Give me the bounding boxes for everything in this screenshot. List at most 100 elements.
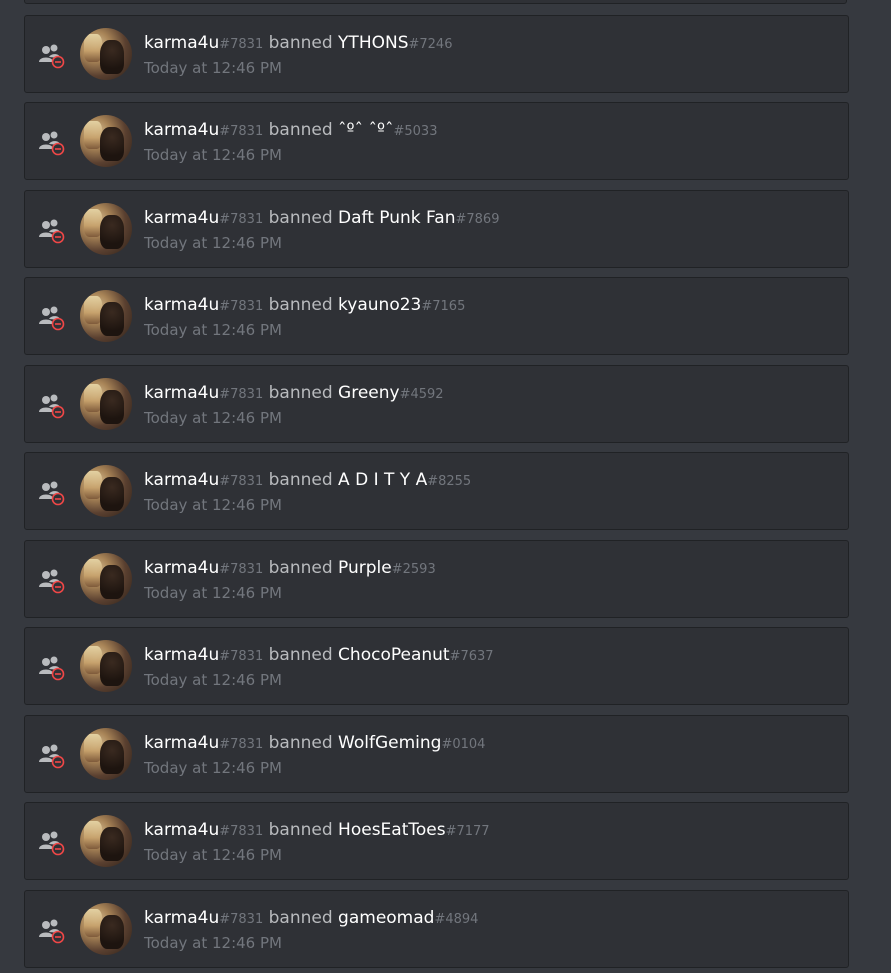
avatar[interactable] (80, 465, 132, 517)
audit-log-summary: karma4u#7831 banned kyauno23#7165 (144, 294, 465, 318)
actor-discriminator: #7831 (219, 212, 264, 227)
target-discriminator: #7869 (455, 212, 500, 227)
actor-name[interactable]: karma4u (144, 820, 219, 840)
actor-discriminator: #7831 (219, 474, 264, 489)
member-ban-icon (39, 481, 65, 506)
target-name[interactable]: Purple (338, 558, 392, 578)
avatar[interactable] (80, 115, 132, 167)
avatar[interactable] (80, 903, 132, 955)
audit-log-entry[interactable]: karma4u#7831 banned Greeny#4592 Today at… (24, 365, 849, 443)
actor-name[interactable]: karma4u (144, 470, 219, 490)
target-discriminator: #7637 (449, 649, 494, 664)
actor-name[interactable]: karma4u (144, 733, 219, 753)
target-name[interactable]: WolfGeming (338, 733, 441, 753)
avatar[interactable] (80, 553, 132, 605)
timestamp: Today at 12:46 PM (144, 234, 282, 252)
audit-log-summary: karma4u#7831 banned gameomad#4894 (144, 907, 478, 931)
audit-log-summary: karma4u#7831 banned ChocoPeanut#7637 (144, 644, 494, 668)
target-name[interactable]: Greeny (338, 383, 400, 403)
avatar[interactable] (80, 290, 132, 342)
target-discriminator: #2593 (391, 562, 436, 577)
audit-log: karma4u#7831 banned YTHONS#7246 Today at… (0, 0, 891, 973)
timestamp: Today at 12:46 PM (144, 496, 282, 514)
avatar[interactable] (80, 28, 132, 80)
member-ban-icon (39, 306, 65, 331)
action-label: banned (268, 645, 333, 665)
audit-log-summary: karma4u#7831 banned WolfGeming#0104 (144, 732, 485, 756)
member-ban-icon (39, 394, 65, 419)
member-ban-icon (39, 919, 65, 944)
actor-discriminator: #7831 (219, 824, 264, 839)
target-discriminator: #4894 (434, 912, 479, 927)
target-discriminator: #7246 (408, 37, 453, 52)
target-name[interactable]: ˆºˆ ˆºˆ (338, 120, 393, 140)
member-ban-icon (39, 131, 65, 156)
target-name[interactable]: YTHONS (338, 33, 408, 53)
actor-name[interactable]: karma4u (144, 208, 219, 228)
member-ban-icon (39, 219, 65, 244)
actor-name[interactable]: karma4u (144, 383, 219, 403)
avatar[interactable] (80, 640, 132, 692)
target-name[interactable]: ChocoPeanut (338, 645, 450, 665)
actor-name[interactable]: karma4u (144, 558, 219, 578)
audit-log-entry[interactable]: karma4u#7831 banned ˆºˆ ˆºˆ#5033 Today a… (24, 102, 849, 180)
timestamp: Today at 12:46 PM (144, 321, 282, 339)
target-discriminator: #0104 (441, 737, 486, 752)
member-ban-icon (39, 569, 65, 594)
actor-discriminator: #7831 (219, 737, 264, 752)
action-label: banned (268, 558, 333, 578)
target-discriminator: #4592 (399, 387, 444, 402)
actor-name[interactable]: karma4u (144, 295, 219, 315)
target-name[interactable]: gameomad (338, 908, 434, 928)
action-label: banned (268, 733, 333, 753)
action-label: banned (268, 208, 333, 228)
target-name[interactable]: Daft Punk Fan (338, 208, 455, 228)
audit-log-entry[interactable]: karma4u#7831 banned WolfGeming#0104 Toda… (24, 715, 849, 793)
actor-discriminator: #7831 (219, 124, 264, 139)
actor-name[interactable]: karma4u (144, 645, 219, 665)
avatar[interactable] (80, 815, 132, 867)
timestamp: Today at 12:46 PM (144, 409, 282, 427)
target-name[interactable]: A D I T Y A (338, 470, 427, 490)
target-discriminator: #7177 (445, 824, 490, 839)
audit-log-entry[interactable]: karma4u#7831 banned Daft Punk Fan#7869 T… (24, 190, 849, 268)
member-ban-icon (39, 656, 65, 681)
audit-log-entry[interactable]: karma4u#7831 banned Purple#2593 Today at… (24, 540, 849, 618)
actor-name[interactable]: karma4u (144, 33, 219, 53)
target-discriminator: #7165 (421, 299, 466, 314)
actor-discriminator: #7831 (219, 562, 264, 577)
audit-log-summary: karma4u#7831 banned ˆºˆ ˆºˆ#5033 (144, 119, 437, 143)
target-name[interactable]: kyauno23 (338, 295, 421, 315)
audit-log-summary: karma4u#7831 banned Purple#2593 (144, 557, 436, 581)
action-label: banned (268, 295, 333, 315)
audit-log-entry[interactable]: karma4u#7831 banned A D I T Y A#8255 Tod… (24, 452, 849, 530)
avatar[interactable] (80, 728, 132, 780)
member-ban-icon (39, 744, 65, 769)
target-name[interactable]: HoesEatToes (338, 820, 446, 840)
audit-log-entry[interactable]: karma4u#7831 banned kyauno23#7165 Today … (24, 277, 849, 355)
target-discriminator: #5033 (393, 124, 438, 139)
audit-log-entry[interactable]: karma4u#7831 banned ChocoPeanut#7637 Tod… (24, 627, 849, 705)
timestamp: Today at 12:46 PM (144, 671, 282, 689)
avatar[interactable] (80, 378, 132, 430)
actor-discriminator: #7831 (219, 649, 264, 664)
action-label: banned (268, 470, 333, 490)
audit-log-summary: karma4u#7831 banned A D I T Y A#8255 (144, 469, 471, 493)
audit-log-entry[interactable]: karma4u#7831 banned gameomad#4894 Today … (24, 890, 849, 968)
audit-log-summary: karma4u#7831 banned YTHONS#7246 (144, 32, 452, 56)
audit-log-entry[interactable]: karma4u#7831 banned YTHONS#7246 Today at… (24, 15, 849, 93)
audit-log-entry-partial[interactable] (24, 0, 847, 4)
avatar[interactable] (80, 203, 132, 255)
actor-name[interactable]: karma4u (144, 120, 219, 140)
action-label: banned (268, 33, 333, 53)
action-label: banned (268, 120, 333, 140)
member-ban-icon (39, 44, 65, 69)
target-discriminator: #8255 (427, 474, 472, 489)
member-ban-icon (39, 831, 65, 856)
timestamp: Today at 12:46 PM (144, 584, 282, 602)
audit-log-entry[interactable]: karma4u#7831 banned HoesEatToes#7177 Tod… (24, 802, 849, 880)
timestamp: Today at 12:46 PM (144, 59, 282, 77)
actor-discriminator: #7831 (219, 387, 264, 402)
action-label: banned (268, 383, 333, 403)
actor-name[interactable]: karma4u (144, 908, 219, 928)
